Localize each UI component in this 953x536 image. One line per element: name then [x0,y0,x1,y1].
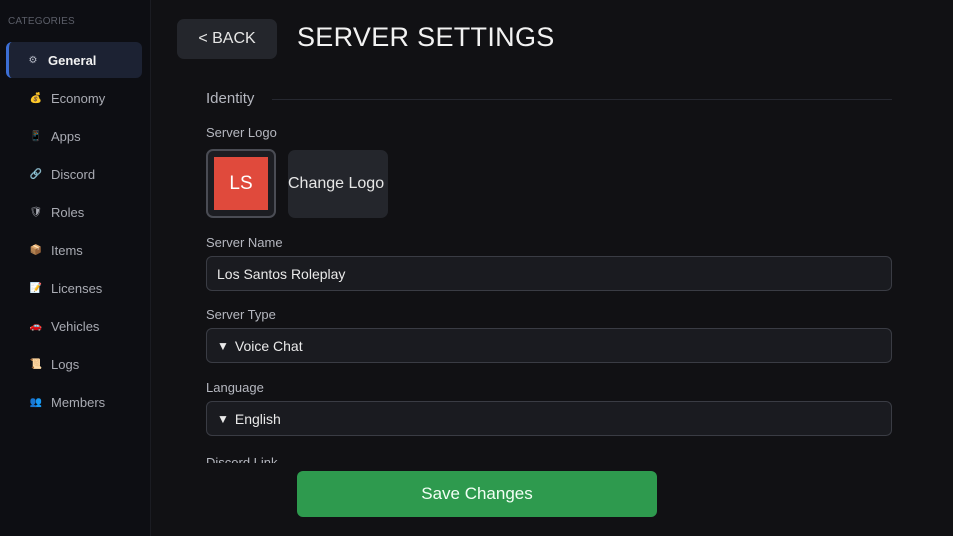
sidebar: CATEGORIES ⚙ General 💰 Economy 📱 Apps 🔗 … [0,0,151,536]
link-icon: 🔗 [29,168,43,180]
scroll-icon: 📜 [29,358,43,370]
sidebar-item-vehicles[interactable]: 🚗 Vehicles [6,308,142,344]
sidebar-item-apps[interactable]: 📱 Apps [6,118,142,154]
sidebar-item-members[interactable]: 👥 Members [6,384,142,420]
gear-icon: ⚙ [28,54,38,66]
sidebar-item-economy[interactable]: 💰 Economy [6,80,142,116]
car-icon: 🚗 [29,320,43,332]
sidebar-item-label: General [48,52,97,68]
sidebar-item-label: Discord [51,166,96,182]
server-type-value: Voice Chat [234,337,303,354]
server-name-label: Server Name [206,235,283,250]
page-title: SERVER SETTINGS [297,22,555,52]
categories-label: CATEGORIES [8,16,75,27]
sidebar-item-label: Logs [51,356,80,372]
main-panel: < BACK SERVER SETTINGS Identity Server L… [152,0,953,536]
dropdown-arrow-icon: ▼ [217,411,229,426]
document-icon: 📝 [29,282,43,294]
dropdown-arrow-icon: ▼ [217,338,229,353]
server-type-label: Server Type [206,307,276,322]
section-title-identity: Identity [206,90,255,107]
server-name-value: Los Santos Roleplay [217,265,346,282]
language-select[interactable]: ▼ English [206,401,892,436]
language-value: English [234,410,281,427]
sidebar-item-label: Roles [51,204,85,220]
sidebar-item-label: Members [51,394,106,410]
server-logo-image: LS [214,157,268,210]
phone-icon: 📱 [29,130,43,142]
sidebar-item-discord[interactable]: 🔗 Discord [6,156,142,192]
language-label: Language [206,380,264,395]
sidebar-item-label: Vehicles [51,318,100,334]
sidebar-item-items[interactable]: 📦 Items [6,232,142,268]
sidebar-item-label: Licenses [51,280,103,296]
change-logo-button[interactable]: Change Logo [288,150,388,218]
sidebar-item-roles[interactable]: 🛡 Roles [6,194,142,230]
sidebar-item-label: Apps [51,128,81,144]
sidebar-item-general[interactable]: ⚙ General [6,42,142,78]
box-icon: 📦 [29,244,43,256]
back-button[interactable]: < BACK [177,19,277,59]
sidebar-item-licenses[interactable]: 📝 Licenses [6,270,142,306]
save-changes-button[interactable]: Save Changes [297,471,657,517]
money-bag-icon: 💰 [29,92,43,104]
sidebar-nav: ⚙ General 💰 Economy 📱 Apps 🔗 Discord 🛡 R… [6,42,142,422]
discord-link-label: Discord Link [206,455,278,463]
people-icon: 👥 [29,396,43,408]
shield-icon: 🛡 [29,206,43,218]
server-name-input[interactable]: Los Santos Roleplay [206,256,892,291]
sidebar-item-logs[interactable]: 📜 Logs [6,346,142,382]
section-divider [272,99,892,100]
server-logo-preview: LS [206,149,276,218]
server-logo-label: Server Logo [206,125,277,140]
sidebar-item-label: Economy [51,90,106,106]
server-type-select[interactable]: ▼ Voice Chat [206,328,892,363]
sidebar-item-label: Items [51,242,83,258]
